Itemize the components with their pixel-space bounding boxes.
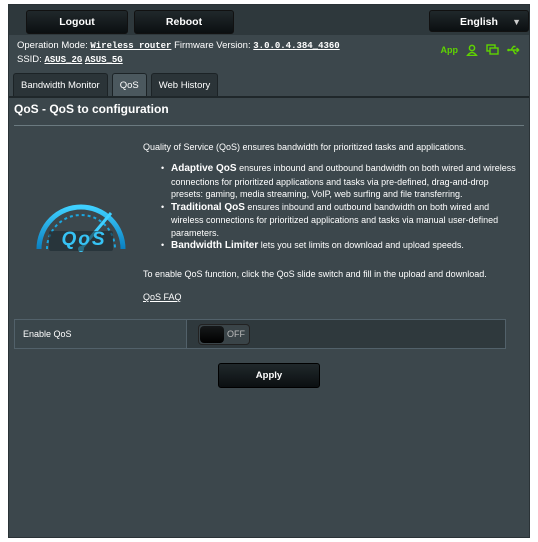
qos-instructions: To enable QoS function, click the QoS sl… — [143, 269, 487, 279]
status-info: Operation Mode: Wireless router Firmware… — [17, 39, 340, 67]
router-admin-window: Logout Reboot English ▼ Operation Mode: … — [8, 4, 530, 538]
bullet-text: lets you set limits on download and uplo… — [258, 240, 464, 250]
enable-qos-toggle[interactable]: OFF — [198, 324, 250, 345]
reboot-button[interactable]: Reboot — [134, 10, 234, 34]
tab-bandwidth-monitor[interactable]: Bandwidth Monitor — [13, 73, 108, 98]
language-label: English — [460, 16, 498, 28]
tab-divider — [9, 96, 529, 98]
tab-bar: Bandwidth Monitor QoS Web History — [9, 69, 219, 98]
qos-intro: Quality of Service (QoS) ensures bandwid… — [143, 142, 467, 152]
usb-icon[interactable] — [507, 44, 521, 56]
toggle-state: OFF — [227, 329, 245, 339]
operation-mode-link[interactable]: Wireless router — [90, 41, 171, 51]
ssid-2g-link[interactable]: ASUS_2G — [44, 55, 82, 65]
bullet-title: Bandwidth Limiter — [171, 240, 259, 251]
bullet-title: Adaptive QoS — [171, 163, 237, 174]
page-title: QoS - QoS to configuration — [14, 102, 169, 116]
title-divider — [14, 125, 524, 126]
tab-web-history[interactable]: Web History — [150, 73, 219, 98]
monitor-icon[interactable] — [486, 44, 499, 56]
toggle-knob — [200, 326, 224, 343]
qos-feature-list: Adaptive QoS ensures inbound and outboun… — [161, 162, 521, 253]
enable-qos-row: Enable QoS OFF — [14, 319, 506, 349]
operation-mode-label: Operation Mode: — [17, 40, 88, 51]
firmware-label: Firmware Version: — [174, 40, 251, 51]
list-item: Bandwidth Limiter lets you set limits on… — [161, 239, 521, 253]
logout-button[interactable]: Logout — [26, 10, 128, 34]
top-bar: Logout Reboot English ▼ — [9, 5, 529, 35]
qos-logo: QoS — [31, 191, 131, 257]
list-item: Adaptive QoS ensures inbound and outboun… — [161, 162, 521, 201]
ssid-label: SSID: — [17, 54, 42, 65]
app-link[interactable]: App — [441, 45, 459, 55]
qos-logo-text: QoS — [61, 229, 107, 250]
tab-qos[interactable]: QoS — [111, 73, 147, 98]
qos-faq-link[interactable]: QoS FAQ — [143, 292, 182, 302]
enable-qos-label: Enable QoS — [15, 320, 187, 348]
language-select[interactable]: English ▼ — [429, 10, 529, 32]
apply-button[interactable]: Apply — [218, 363, 320, 388]
status-icons: App — [441, 44, 522, 56]
firmware-link[interactable]: 3.0.0.4.384_4360 — [253, 41, 339, 51]
list-item: Traditional QoS ensures inbound and outb… — [161, 201, 521, 240]
ssid-5g-link[interactable]: ASUS_5G — [85, 55, 123, 65]
chevron-down-icon: ▼ — [512, 17, 521, 27]
user-icon[interactable] — [466, 44, 478, 56]
bullet-title: Traditional QoS — [171, 201, 245, 213]
